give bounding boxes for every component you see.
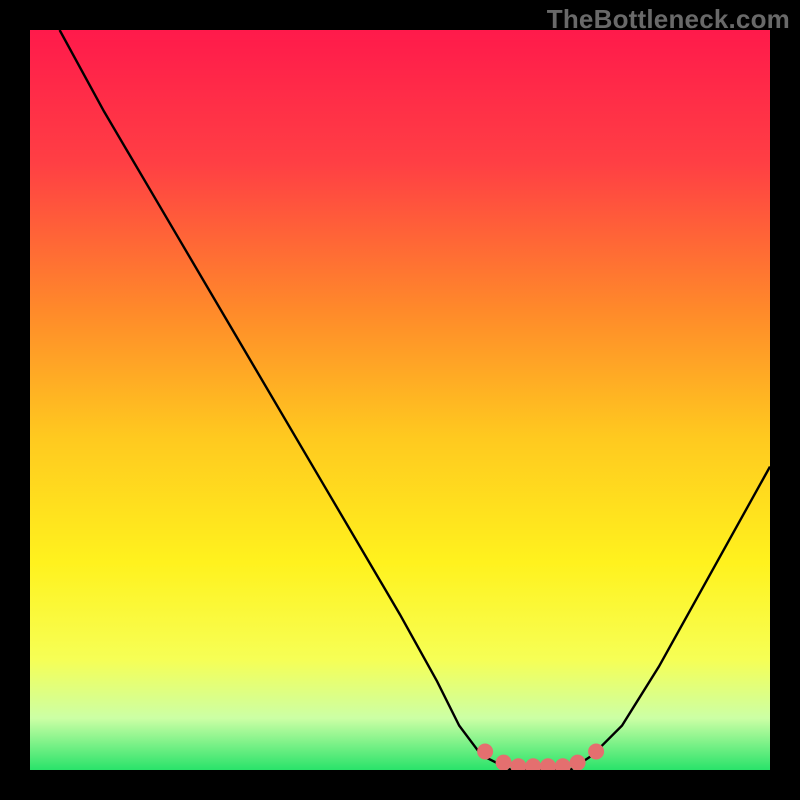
marker-dot: [496, 755, 512, 770]
plot-background: [30, 30, 770, 770]
chart-canvas: TheBottleneck.com: [0, 0, 800, 800]
marker-dot: [588, 744, 604, 760]
plot-area: [30, 30, 770, 770]
marker-dot: [477, 744, 493, 760]
marker-dot: [570, 755, 586, 770]
plot-svg: [30, 30, 770, 770]
